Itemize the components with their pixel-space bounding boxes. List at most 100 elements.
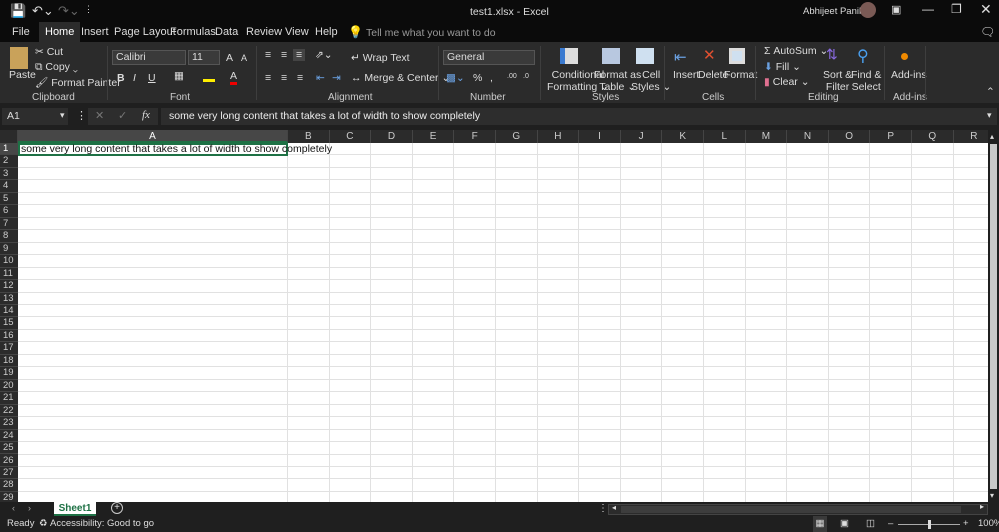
align-right-icon[interactable]: ≡ [297,72,303,84]
column-header-d[interactable]: D [371,130,413,143]
paste-button[interactable]: Paste [9,69,36,81]
bold-button[interactable]: B [117,72,125,84]
italic-button[interactable]: I [133,72,136,84]
row-header-17[interactable]: 17 [0,342,18,355]
row-header-24[interactable]: 24 [0,429,18,443]
prev-sheet-icon[interactable]: ‹ [12,503,15,513]
column-header-p[interactable]: P [870,130,912,143]
merge-center-button[interactable]: ↔ Merge & Center ⌄ [351,72,450,84]
row-header-12[interactable]: 12 [0,280,18,293]
column-header-q[interactable]: Q [912,130,954,143]
fill-color-icon[interactable] [203,72,215,82]
row-header-8[interactable]: 8 [0,230,18,243]
font-color-button[interactable]: A [230,70,238,85]
tab-split-handle[interactable]: ⋮ [598,503,608,514]
align-center-icon[interactable]: ≡ [281,72,287,84]
page-layout-view-icon[interactable]: ▣ [840,516,849,532]
horizontal-scrollbar[interactable]: ◂ [608,503,988,515]
sort-filter-button[interactable]: Sort & Filter [823,69,852,93]
zoom-slider-thumb[interactable] [928,520,931,529]
percent-button[interactable]: % [473,72,482,84]
more-icon[interactable]: ⋮ [76,109,87,122]
number-format-select[interactable]: General [443,50,535,65]
enter-icon[interactable]: ✓ [118,109,127,122]
tab-data[interactable]: Data [209,22,244,42]
insert-button[interactable]: Insert [673,69,699,81]
avatar[interactable] [860,2,876,18]
cancel-icon[interactable]: ✕ [95,109,104,122]
fill-button[interactable]: ⬇ Fill ⌄ [764,61,801,73]
align-top-icon[interactable]: ≡ [265,49,271,61]
decrease-decimal-icon[interactable]: .0 [523,73,529,80]
column-header-l[interactable]: L [704,130,746,143]
scroll-up-icon[interactable]: ▴ [990,132,994,141]
font-name-select[interactable]: Calibri [112,50,186,65]
accounting-format-icon[interactable]: ▩⌄ [446,72,465,84]
row-header-18[interactable]: 18 [0,354,18,368]
borders-icon[interactable]: ▦ [174,70,184,82]
format-button[interactable]: Format [724,69,757,81]
wrap-text-button[interactable]: ↵ Wrap Text [351,52,410,64]
orientation-icon[interactable]: ⇗⌄ [315,49,333,61]
row-header-27[interactable]: 27 [0,466,18,480]
copy-button[interactable]: ⧉ Copy ⌄ [35,61,78,74]
row-header-2[interactable]: 2 [0,155,18,168]
row-header-4[interactable]: 4 [0,180,18,193]
column-header-f[interactable]: F [454,130,496,143]
cell-a1[interactable]: some very long content that takes a lot … [18,143,332,156]
row-header-9[interactable]: 9 [0,242,18,256]
name-box-dropdown-icon[interactable]: ▾ [60,110,65,121]
insert-function-button[interactable]: fx [142,109,150,121]
row-header-3[interactable]: 3 [0,167,18,181]
row-header-1[interactable]: 1 [0,143,18,156]
underline-button[interactable]: U [148,72,156,84]
column-header-j[interactable]: J [621,130,663,143]
column-header-g[interactable]: G [496,130,538,143]
scroll-right-icon[interactable]: ▸ [980,502,984,511]
row-header-11[interactable]: 11 [0,267,18,281]
row-header-29[interactable]: 29 [0,491,18,502]
row-header-15[interactable]: 15 [0,317,18,330]
row-header-13[interactable]: 13 [0,292,18,305]
row-header-16[interactable]: 16 [0,329,18,343]
undo-icon[interactable]: ↶⌄ [32,3,54,19]
select-all-button[interactable] [0,130,18,143]
row-header-26[interactable]: 26 [0,454,18,467]
column-header-m[interactable]: M [746,130,788,143]
align-left-icon[interactable]: ≡ [265,72,271,84]
row-header-19[interactable]: 19 [0,367,18,380]
close-icon[interactable]: ✕ [980,1,992,18]
vertical-scrollbar[interactable]: ▴ ▾ [988,130,999,502]
tell-me-input[interactable]: Tell me what you want to do [366,27,496,39]
row-header-22[interactable]: 22 [0,404,18,418]
column-header-h[interactable]: H [538,130,580,143]
zoom-out-icon[interactable]: – [888,516,893,532]
accessibility-icon[interactable]: ♻ [39,516,48,532]
zoom-level[interactable]: 100% [978,516,999,532]
row-header-6[interactable]: 6 [0,205,18,218]
formula-input[interactable]: some very long content that takes a lot … [161,108,997,125]
customize-qat-icon[interactable]: ⋮ [84,4,93,15]
tab-help[interactable]: Help [309,22,344,42]
normal-view-icon[interactable]: ▦ [813,516,827,532]
comments-icon[interactable]: 🗨 [980,25,995,39]
column-header-n[interactable]: N [787,130,829,143]
increase-indent-icon[interactable]: ⇥ [332,72,341,84]
zoom-in-icon[interactable]: + [963,516,969,532]
restore-icon[interactable]: ❐ [951,2,962,16]
new-sheet-icon[interactable]: + [111,502,123,514]
scroll-left-icon[interactable]: ◂ [612,503,616,512]
collapse-ribbon-icon[interactable]: ⌃ [986,86,995,98]
row-header-21[interactable]: 21 [0,392,18,405]
redo-icon[interactable]: ↷⌄ [58,3,80,19]
h-scroll-thumb[interactable] [621,506,961,513]
row-header-5[interactable]: 5 [0,192,18,206]
expand-formula-bar-icon[interactable]: ▾ [987,110,992,121]
row-header-23[interactable]: 23 [0,417,18,430]
font-size-select[interactable]: 11 [188,50,220,65]
clear-button[interactable]: ▮ Clear ⌄ [764,76,810,88]
worksheet-grid[interactable] [18,143,988,502]
align-middle-icon[interactable]: ≡ [281,49,287,61]
cell-styles-button[interactable]: Cell Styles ⌄ [631,69,671,93]
row-header-14[interactable]: 14 [0,304,18,318]
